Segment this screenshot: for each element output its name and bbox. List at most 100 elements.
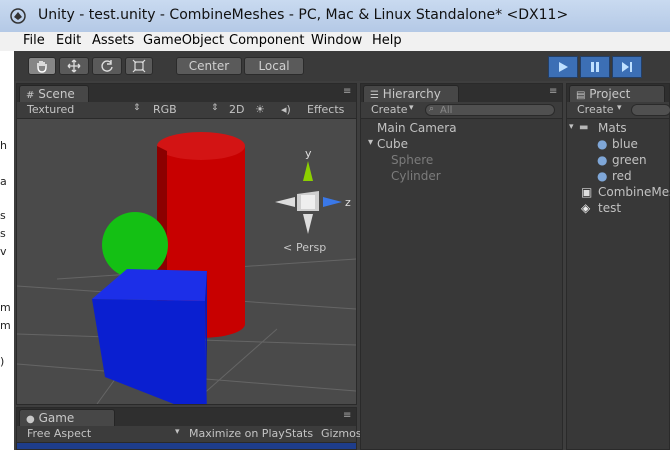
persp-arrow-icon: < [283,241,292,254]
material-sphere-icon: ● [597,137,608,151]
background-text: ) [0,355,5,368]
expand-arrow-icon[interactable]: ▾ [569,122,574,132]
material-sphere-icon: ● [597,169,608,183]
project-item-test[interactable]: test [598,201,621,215]
hierarchy-tabstrip: ☰ Hierarchy ≡ [361,84,562,102]
window-titlebar: Unity - test.unity - CombineMeshes - PC,… [0,0,670,33]
play-icon [559,62,568,72]
aspect-dropdown[interactable]: Free Aspect [27,427,91,440]
hierarchy-item-cylinder[interactable]: Cylinder [391,169,441,183]
hierarchy-create-dropdown[interactable]: Create [371,103,408,116]
scale-icon [132,59,146,73]
color-mode-dropdown[interactable]: RGB [153,103,177,116]
chevron-down-icon: ▾ [175,427,180,437]
project-tab-icon: ▤ [576,90,586,101]
view-2d-toggle[interactable]: 2D [229,103,244,116]
hand-icon [37,61,47,73]
hierarchy-item-cube[interactable]: Cube [377,137,408,151]
project-tabstrip: ▤ Project [567,84,669,102]
rotate-icon [101,60,113,72]
pivot-center-label: Center [188,59,230,73]
background-text: a [0,175,7,188]
hierarchy-panel: ☰ Hierarchy ≡ Create ▾ All ⌕ Main Camera… [360,83,563,450]
pause-button[interactable] [580,56,610,78]
expand-arrow-icon[interactable]: ▾ [368,137,373,148]
render-mode-dropdown[interactable]: Textured [27,103,74,116]
main-toolbar: Center Local [14,51,670,81]
gizmo-y-label: y [305,147,312,160]
game-tab-label: Game [38,411,75,425]
project-item-red[interactable]: red [612,169,632,183]
menu-help[interactable]: Help [372,33,402,48]
background-text: v [0,245,7,258]
chevron-down-icon: ▾ [617,103,622,113]
green-sphere[interactable] [102,212,168,278]
step-button[interactable] [612,56,642,78]
project-item-blue[interactable]: blue [612,137,638,151]
pivot-center-toggle[interactable]: Center [176,57,242,75]
audio-toggle-icon[interactable]: ◂) [281,103,291,116]
scene-tab-icon: # [26,90,35,101]
pivot-local-toggle[interactable]: Local [244,57,304,75]
unity-scene-icon: ◈ [581,201,591,215]
game-panel: ● Game ≡ Free Aspect ▾ Maximize on Play … [16,407,362,450]
effects-dropdown[interactable]: Effects [307,103,344,116]
panel-menu-icon[interactable]: ≡ [343,86,351,97]
move-arrows-icon [67,59,81,73]
scene-control-bar: Textured ⇕ RGB ⇕ 2D ☀ ◂) Effects [17,102,356,119]
chevron-down-icon: ⇕ [133,103,141,113]
background-text: s [0,227,6,240]
lighting-toggle-icon[interactable]: ☀ [255,103,265,116]
tab-project[interactable]: ▤ Project [569,85,665,102]
scene-viewport[interactable]: y z Persp < [17,119,356,404]
csharp-script-icon: ▣ [581,185,593,199]
chevron-down-icon: ⇕ [211,103,219,113]
hierarchy-tab-icon: ☰ [370,90,379,101]
step-icon [622,62,632,72]
persp-label[interactable]: Persp [296,241,326,254]
project-search-input[interactable] [631,104,670,116]
tab-scene[interactable]: # Scene [19,85,89,102]
hierarchy-tab-label: Hierarchy [382,87,441,101]
hierarchy-search-input[interactable]: All [425,104,555,116]
background-text: m [0,301,11,314]
menu-bar: File Edit Assets GameObject Component Wi… [0,32,670,52]
hierarchy-control-bar: Create ▾ All ⌕ [361,102,562,119]
search-placeholder: All [440,105,453,116]
gizmos-dropdown[interactable]: Gizmos [321,427,362,440]
menu-assets[interactable]: Assets [92,33,134,48]
game-viewport [17,443,356,449]
tab-game[interactable]: ● Game [19,409,115,426]
hand-tool-button[interactable] [28,57,56,75]
scene-tab-label: Scene [38,87,75,101]
chevron-down-icon: ▾ [409,103,414,113]
project-item-combinemeshes[interactable]: CombineMes [598,185,670,199]
menu-window[interactable]: Window [311,33,362,48]
move-tool-button[interactable] [59,57,89,75]
menu-file[interactable]: File [23,33,45,48]
menu-component[interactable]: Component [229,33,304,48]
rotate-tool-button[interactable] [92,57,122,75]
panel-menu-icon[interactable]: ≡ [549,86,557,97]
hierarchy-item-sphere[interactable]: Sphere [391,153,433,167]
tab-hierarchy[interactable]: ☰ Hierarchy [363,85,459,102]
scale-tool-button[interactable] [125,57,153,75]
play-button[interactable] [548,56,578,78]
panel-menu-icon[interactable]: ≡ [343,410,351,421]
hierarchy-item-main-camera[interactable]: Main Camera [377,121,457,135]
search-icon: ⌕ [429,104,435,114]
scene-panel: # Scene ≡ Textured ⇕ RGB ⇕ 2D ☀ ◂) Effec… [16,83,357,405]
unity-logo-icon [10,8,26,24]
project-folder-mats[interactable]: Mats [598,121,627,135]
stats-toggle[interactable]: Stats [285,427,313,440]
menu-gameobject[interactable]: GameObject [143,33,224,48]
project-create-dropdown[interactable]: Create [577,103,614,116]
pivot-local-label: Local [258,59,290,73]
project-tab-label: Project [589,87,631,101]
game-tabstrip: ● Game ≡ [17,408,356,426]
menu-edit[interactable]: Edit [56,33,81,48]
maximize-on-play-toggle[interactable]: Maximize on Play [189,427,285,440]
background-text: m [0,319,11,332]
project-item-green[interactable]: green [612,153,647,167]
background-window-strip: h a s s v m m ) [0,51,15,450]
